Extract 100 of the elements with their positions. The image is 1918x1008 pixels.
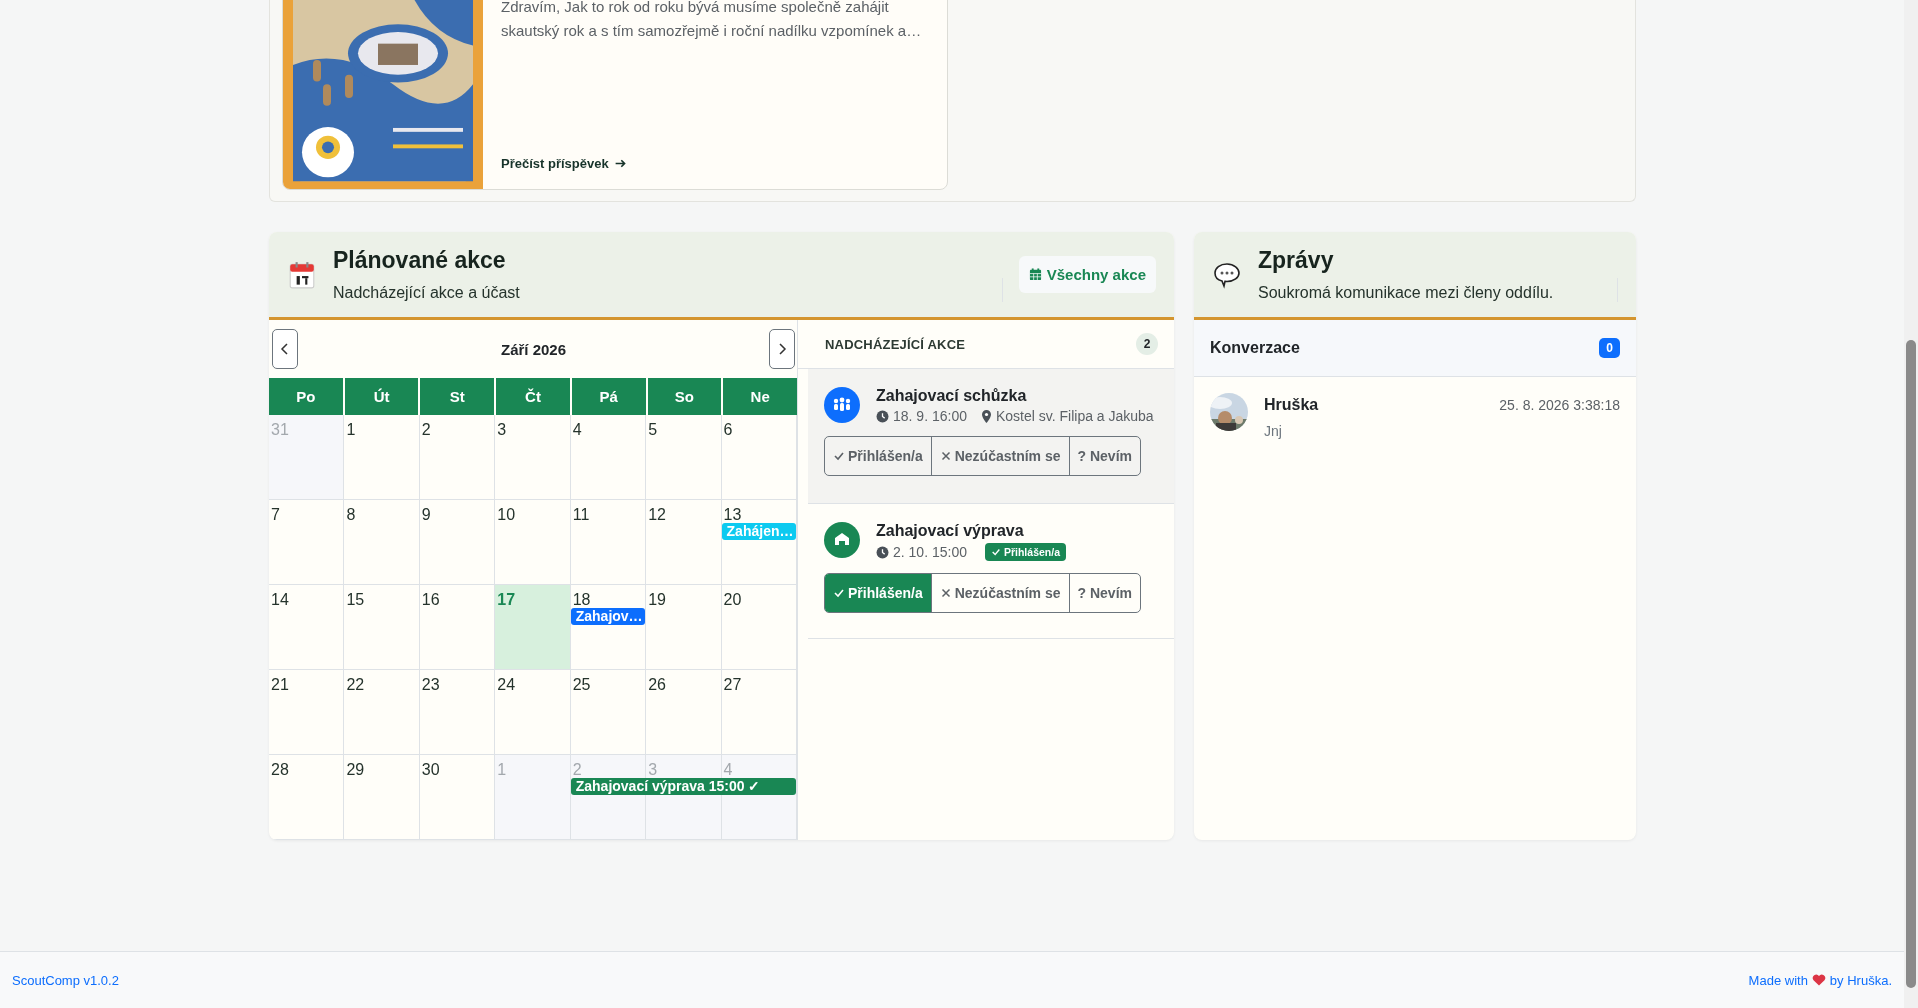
day-number: 18	[572, 591, 591, 608]
calendar-cell[interactable]: 1	[344, 415, 420, 500]
day-number: 9	[421, 506, 431, 523]
calendar-cell[interactable]: 21	[269, 670, 345, 755]
event-time: 2. 10. 15:00	[893, 544, 967, 560]
day-number: 8	[346, 506, 356, 523]
message-time: 25. 8. 2026 3:38:18	[1499, 397, 1620, 413]
rsvp-button[interactable]: Přihlášen/a	[825, 437, 931, 475]
day-number: 21	[271, 676, 289, 693]
status-badge: Přihlášen/a	[984, 543, 1066, 561]
day-number: 30	[421, 761, 440, 778]
day-number: 20	[723, 591, 742, 608]
calendar-cell[interactable]: 19	[646, 585, 722, 670]
calendar-cell[interactable]: 22	[344, 670, 420, 755]
heart-icon	[1811, 974, 1826, 986]
card-title: Plánované akce	[333, 247, 507, 274]
calendar-day-group[interactable]: 2 3 4 Zahajovací výprava 15:00 ✓	[570, 755, 797, 840]
day-number: 22	[346, 676, 365, 693]
calendar-event[interactable]: Zahajov…	[570, 608, 646, 625]
day-number: 3	[648, 761, 658, 778]
calendar-cell[interactable]: 18 Zahajov…	[570, 585, 647, 670]
rsvp-button[interactable]: ? Nevím	[1068, 574, 1140, 612]
read-more-link[interactable]: Přečíst příspěvek	[501, 156, 627, 171]
card-subtitle: Nadcházející akce a účast	[333, 278, 1003, 302]
calendar-cell[interactable]: 23	[419, 670, 496, 755]
chevron-right-icon	[777, 342, 787, 356]
day-number: 7	[271, 506, 280, 523]
all-events-button[interactable]: Všechny akce	[1018, 256, 1156, 293]
calendar-event[interactable]: Zahajovací výprava 15:00 ✓	[570, 778, 796, 795]
scrollbar[interactable]	[1904, 0, 1918, 1008]
day-number: 2	[421, 421, 431, 438]
author-link[interactable]: by Hruška.	[1829, 972, 1892, 988]
close-icon	[939, 587, 952, 599]
chevron-left-icon	[280, 342, 290, 356]
calendar-cell[interactable]: 20	[721, 585, 797, 670]
calendar-cell[interactable]: 11	[570, 500, 647, 585]
event-location: Kostel sv. Filipa a Jakuba	[995, 408, 1154, 424]
event-title: Zahajovací výprava	[876, 522, 1025, 540]
section-heading: NADCHÁZEJÍCÍ AKCE	[825, 336, 966, 352]
conversations-heading: Konverzace	[1210, 339, 1300, 357]
clock-icon	[876, 409, 889, 423]
weekday-header: So	[647, 378, 722, 415]
day-number: 4	[572, 421, 582, 438]
day-number: 1	[346, 421, 356, 438]
calendar-cell[interactable]: 8	[344, 500, 420, 585]
rsvp-button[interactable]: ? Nevím	[1068, 437, 1140, 475]
calendar-cell[interactable]: 15	[344, 585, 420, 670]
calendar-cell[interactable]: 2	[419, 415, 496, 500]
rsvp-button[interactable]: Nezúčastním se	[930, 437, 1069, 475]
day-number: 24	[497, 676, 516, 693]
message-preview: Jnj	[1264, 423, 1283, 439]
check-icon	[833, 587, 845, 599]
calendar-cell[interactable]: 13 Zahájen…	[721, 500, 797, 585]
calendar-cell[interactable]: 28	[269, 755, 345, 840]
card-subtitle: Soukromá komunikace mezi členy oddílu.	[1258, 278, 1618, 302]
post-excerpt: Zdravím, Jak to rok od roku bývá musíme společně zahájit skautský rok a s tím samozřejmě i roční nadílku vzpomínek a…	[501, 0, 923, 41]
weekday-header: Ne	[723, 378, 797, 415]
calendar-icon	[1028, 268, 1042, 281]
calendar-cell[interactable]: 6	[721, 415, 797, 500]
made-with-text: Made with	[1748, 972, 1808, 988]
calendar-cell[interactable]: 5	[646, 415, 722, 500]
close-icon	[939, 450, 952, 462]
weekday-header: Pá	[571, 378, 646, 415]
next-month-button[interactable]	[769, 329, 795, 369]
calendar-cell[interactable]: 12	[646, 500, 722, 585]
count-badge: 0	[1599, 338, 1620, 358]
weekday-header: Čt	[496, 378, 570, 415]
previous-month-button[interactable]	[272, 329, 298, 369]
calendar-cell[interactable]: 3	[495, 415, 571, 500]
day-number: 4	[723, 761, 733, 778]
rsvp-button[interactable]: Nezúčastním se	[930, 574, 1069, 612]
calendar-cell[interactable]: 7	[269, 500, 345, 585]
weekday-header: Út	[344, 378, 419, 415]
conversation-item[interactable]: Hruška 25. 8. 2026 3:38:18 Jnj	[1194, 377, 1636, 455]
day-number: 27	[723, 676, 742, 693]
card-title: Zprávy	[1258, 247, 1335, 274]
arrow-right-icon	[613, 157, 627, 170]
version-link[interactable]: ScoutComp v1.0.2	[12, 972, 119, 988]
event-item[interactable]: Zahajovací výprava 2. 10. 15:00 Přihlášen/a Přihlášen/a Nezúčastním se ? Nevím	[808, 504, 1174, 639]
day-number: 29	[346, 761, 365, 778]
event-item[interactable]: Zahajovací schůzka 18. 9. 16:00 Kostel sv. Filipa a Jakuba Přihlášen/a Nezúčastním se ? Nevím	[808, 369, 1174, 504]
calendar-cell[interactable]: 17	[495, 585, 571, 670]
day-number: 10	[497, 506, 516, 523]
clock-icon	[876, 545, 889, 559]
calendar-icon	[287, 259, 317, 290]
day-number: 1	[497, 761, 507, 778]
calendar-cell[interactable]: 29	[344, 755, 420, 840]
rsvp-button[interactable]: Přihlášen/a	[825, 574, 931, 612]
day-number: 17	[497, 591, 516, 608]
weekday-header: Po	[269, 378, 343, 415]
weekday-header: St	[420, 378, 495, 415]
calendar-cell[interactable]: 14	[269, 585, 345, 670]
event-time: 18. 9. 16:00	[893, 408, 967, 424]
count-badge: 2	[1136, 333, 1158, 355]
calendar-cell[interactable]: 4	[570, 415, 647, 500]
day-number: 28	[271, 761, 289, 778]
check-icon	[833, 450, 845, 462]
sender-name: Hruška	[1264, 396, 1319, 414]
day-number: 19	[648, 591, 666, 608]
calendar-cell[interactable]: 9	[419, 500, 496, 585]
